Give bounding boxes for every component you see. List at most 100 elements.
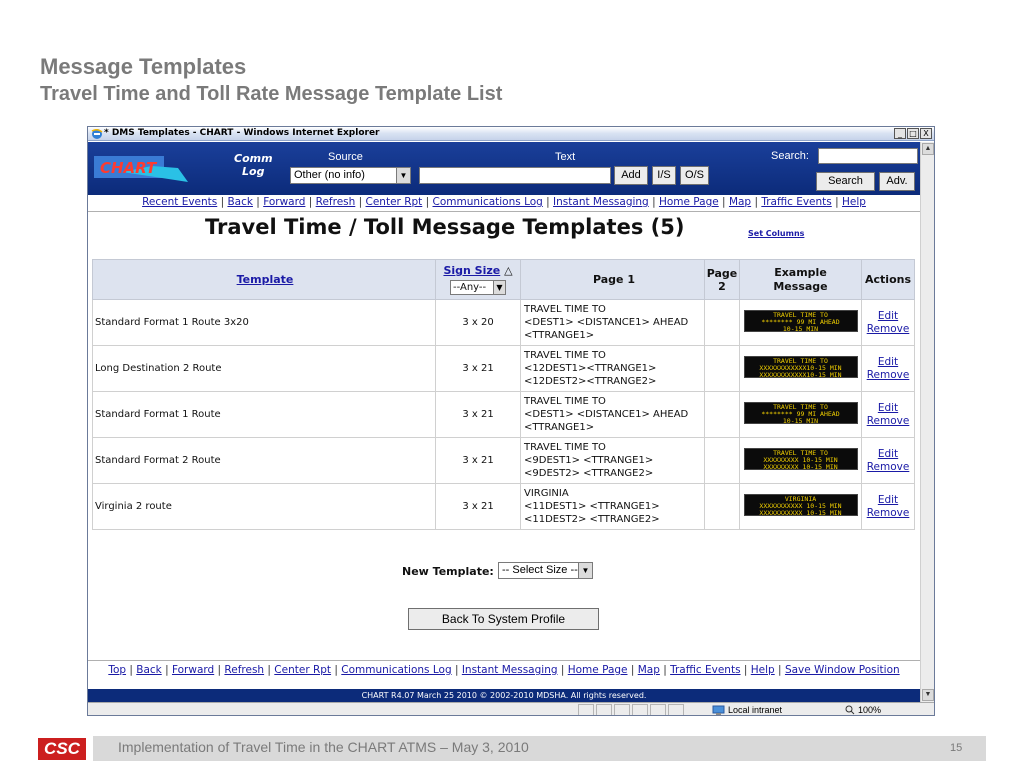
bottom-nav-forward[interactable]: Forward [172,664,214,676]
nav-help[interactable]: Help [842,196,866,208]
remove-link[interactable]: Remove [862,323,914,336]
template-name: Standard Format 2 Route [92,437,436,484]
advanced-search-button[interactable]: Adv. [879,172,915,191]
zoom-icon [845,705,855,715]
in-service-button[interactable]: I/S [652,166,676,185]
top-nav-links: Recent Events | Back | Forward | Refresh… [88,196,920,212]
chart-header: CHART Comm Log Source Other (no info) ▼ … [88,142,920,195]
dms-message-preview: VIRGINIA XXXXXXXXXXX 10-15 MIN XXXXXXXXX… [743,494,858,516]
table-row: Long Destination 2 Route 3 x 21 TRAVEL TIM… [92,345,915,392]
bottom-nav-refresh[interactable]: Refresh [224,664,264,676]
search-button[interactable]: Search [816,172,875,191]
chevron-down-icon: ▼ [396,168,410,183]
remove-link[interactable]: Remove [862,507,914,520]
bottom-nav-save-window-position[interactable]: Save Window Position [785,664,900,676]
sign-size-value: 3 x 20 [435,299,521,346]
out-of-service-button[interactable]: O/S [680,166,709,185]
header-template[interactable]: Template [92,259,436,300]
browser-window: * DMS Templates - CHART - Windows Intern… [87,126,935,716]
zoom-level[interactable]: 100% [858,704,881,715]
bottom-nav-top[interactable]: Top [108,664,126,676]
nav-traffic-events[interactable]: Traffic Events [761,196,831,208]
nav-instant-messaging[interactable]: Instant Messaging [553,196,649,208]
bottom-nav-map[interactable]: Map [638,664,660,676]
security-zone-label: Local intranet [728,705,783,715]
add-button[interactable]: Add [614,166,648,185]
slide-subtitle: Travel Time and Toll Rate Message Templa… [40,83,503,105]
page1-line: <TTRANGE1> [524,422,595,433]
page-title: Travel Time / Toll Message Templates (5) [205,215,685,239]
sign-size-value: 3 x 21 [435,437,521,484]
template-name: Standard Format 1 Route 3x20 [92,299,436,346]
new-template-size-select[interactable]: -- Select Size -- ▼ [498,562,593,579]
edit-link[interactable]: Edit [862,310,914,323]
bottom-nav-traffic-events[interactable]: Traffic Events [670,664,740,676]
templates-table: Template Sign Size △ --Any-- ▼ Page 1 Pag… [92,259,915,530]
close-button[interactable]: X [920,128,932,139]
nav-center-rpt[interactable]: Center Rpt [366,196,423,208]
status-cell [578,704,594,715]
page-content: CHART Comm Log Source Other (no info) ▼ … [88,142,920,702]
remove-link[interactable]: Remove [862,461,914,474]
example-message-cell: VIRGINIA XXXXXXXXXXX 10-15 MIN XXXXXXXXX… [739,483,862,530]
back-to-system-profile-button[interactable]: Back To System Profile [408,608,599,630]
comm-log-text-input[interactable] [419,167,611,184]
edit-link[interactable]: Edit [862,356,914,369]
example-message-cell: TRAVEL TIME TO XXXXXXXXXXXX10-15 MIN XXX… [739,345,862,392]
bottom-nav-center-rpt[interactable]: Center Rpt [274,664,331,676]
vertical-scrollbar[interactable]: ▲ ▼ [920,142,934,702]
search-input[interactable] [818,148,918,164]
table-row: Standard Format 1 Route 3x20 3 x 20 TRAVEL… [92,299,915,346]
window-titlebar: * DMS Templates - CHART - Windows Intern… [88,127,934,141]
nav-back[interactable]: Back [227,196,253,208]
page2-cell [704,483,740,530]
maximize-button[interactable]: □ [907,128,919,139]
edit-link[interactable]: Edit [862,494,914,507]
actions-cell: Edit Remove [861,437,915,484]
remove-link[interactable]: Remove [862,415,914,428]
page2-cell [704,299,740,346]
comm-log-line1: Comm [234,152,273,165]
comm-log-link[interactable]: Comm Log [234,152,273,178]
bottom-nav-home-page[interactable]: Home Page [568,664,628,676]
bottom-nav-communications-log[interactable]: Communications Log [341,664,451,676]
nav-communications-log[interactable]: Communications Log [433,196,543,208]
remove-link[interactable]: Remove [862,369,914,382]
actions-cell: Edit Remove [861,391,915,438]
template-name: Long Destination 2 Route [92,345,436,392]
page1-cell: VIRGINIA <11DEST1> <TTRANGE1> <11DEST2> <T… [520,483,705,530]
search-label: Search: [771,150,809,162]
set-columns-link[interactable]: Set Columns [748,229,804,238]
sign-size-filter-select[interactable]: --Any-- ▼ [450,280,506,295]
source-select[interactable]: Other (no info) ▼ [290,167,411,184]
svg-text:CHART: CHART [100,159,158,177]
table-row: Standard Format 2 Route 3 x 21 TRAVEL TIME… [92,437,915,484]
new-template-label: New Template: [402,565,494,578]
page1-line: <9DEST1> <TTRANGE1> [524,455,654,466]
nav-refresh[interactable]: Refresh [316,196,356,208]
nav-map[interactable]: Map [729,196,751,208]
page1-line: TRAVEL TIME TO [524,304,606,315]
page1-line: <DEST1> <DISTANCE1> AHEAD [524,409,689,420]
page1-line: TRAVEL TIME TO [524,396,606,407]
bottom-nav-instant-messaging[interactable]: Instant Messaging [462,664,558,676]
edit-link[interactable]: Edit [862,402,914,415]
page2-cell [704,345,740,392]
bottom-nav-links: Top | Back | Forward | Refresh | Center … [88,660,920,677]
minimize-button[interactable]: _ [894,128,906,139]
local-intranet-icon [712,705,725,715]
nav-forward[interactable]: Forward [263,196,305,208]
sort-ascending-icon: △ [504,264,513,277]
bottom-nav-back[interactable]: Back [136,664,162,676]
status-cell [668,704,684,715]
edit-link[interactable]: Edit [862,448,914,461]
nav-recent-events[interactable]: Recent Events [142,196,217,208]
status-cell [650,704,666,715]
scroll-down-icon[interactable]: ▼ [922,689,934,701]
sign-size-sort-link[interactable]: Sign Size [443,264,500,277]
chevron-down-icon: ▼ [493,281,505,294]
bottom-nav-help[interactable]: Help [751,664,775,676]
nav-home-page[interactable]: Home Page [659,196,719,208]
text-label: Text [555,151,576,163]
scroll-up-icon[interactable]: ▲ [922,143,934,155]
